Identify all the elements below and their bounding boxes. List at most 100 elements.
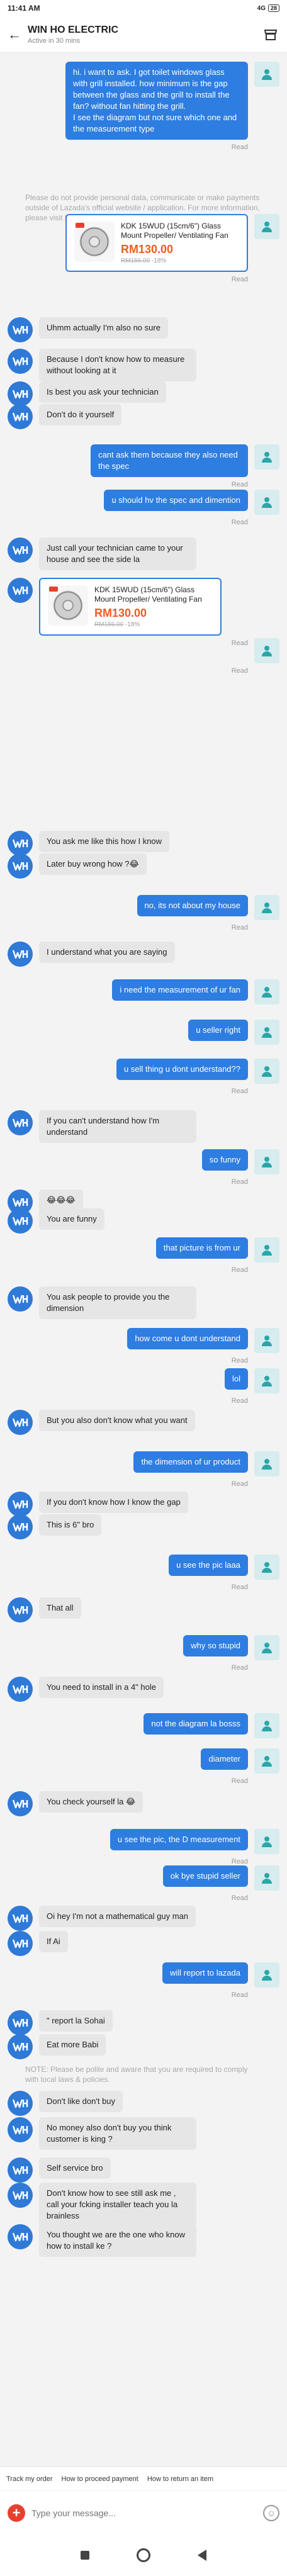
seller-avatar-icon[interactable]: [8, 2224, 33, 2249]
store-icon[interactable]: [262, 26, 279, 43]
user-avatar-icon[interactable]: [254, 214, 279, 239]
user-avatar-icon[interactable]: [254, 1368, 279, 1393]
user-avatar-icon[interactable]: [254, 979, 279, 1004]
sent-message-bubble[interactable]: u see the pic, the D measurement: [110, 1829, 248, 1850]
seller-avatar-icon[interactable]: [8, 578, 33, 603]
received-message-bubble[interactable]: But you also don't know what you want: [39, 1410, 195, 1431]
seller-avatar-icon[interactable]: [8, 1791, 33, 1816]
seller-avatar-icon[interactable]: [8, 853, 33, 879]
sent-message-bubble[interactable]: u should hv the spec and dimention: [104, 490, 248, 511]
seller-avatar-icon[interactable]: [8, 381, 33, 407]
received-message-bubble[interactable]: Self service bro: [39, 2157, 111, 2179]
sent-message-bubble[interactable]: lol: [224, 1368, 248, 1390]
user-avatar-icon[interactable]: [254, 1237, 279, 1263]
received-message-bubble[interactable]: You check yourself la 😂: [39, 1791, 144, 1813]
seller-avatar-icon[interactable]: [8, 1410, 33, 1435]
seller-avatar-icon[interactable]: [8, 1286, 33, 1312]
product-card[interactable]: KDK 15WUD (15cm/6") Glass Mount Propelle…: [65, 214, 248, 272]
received-message-bubble[interactable]: Eat more Babi: [39, 2034, 106, 2056]
sent-message-bubble[interactable]: u see the pic laaa: [169, 1555, 248, 1576]
seller-avatar-icon[interactable]: [8, 831, 33, 856]
sent-message-bubble[interactable]: the dimension of ur product: [133, 1451, 248, 1473]
seller-avatar-icon[interactable]: [8, 1208, 33, 1234]
received-message-bubble[interactable]: You thought we are the one who know how …: [39, 2224, 196, 2257]
received-message-bubble[interactable]: You are funny: [39, 1208, 104, 1230]
seller-avatar-icon[interactable]: [8, 942, 33, 967]
user-avatar-icon[interactable]: [254, 1865, 279, 1891]
message-input[interactable]: [31, 2500, 257, 2526]
received-message-bubble[interactable]: You need to install in a 4" hole: [39, 1677, 164, 1698]
seller-avatar-icon[interactable]: [8, 2117, 33, 2142]
seller-avatar-icon[interactable]: [8, 1492, 33, 1517]
seller-avatar-icon[interactable]: [8, 1597, 33, 1623]
sent-message-bubble[interactable]: why so stupid: [183, 1635, 248, 1656]
product-image[interactable]: [48, 585, 88, 626]
user-avatar-icon[interactable]: [254, 1020, 279, 1045]
user-avatar-icon[interactable]: [254, 1451, 279, 1476]
seller-avatar-icon[interactable]: [8, 2010, 33, 2035]
user-avatar-icon[interactable]: [254, 638, 279, 663]
user-avatar-icon[interactable]: [254, 1328, 279, 1353]
seller-avatar-icon[interactable]: [8, 317, 33, 342]
seller-avatar-icon[interactable]: [8, 404, 33, 429]
quick-reply-track-order[interactable]: Track my order: [6, 2475, 53, 2483]
recent-apps-icon[interactable]: [80, 2551, 89, 2560]
received-message-bubble[interactable]: I understand what you are saying: [39, 942, 175, 963]
user-avatar-icon[interactable]: [254, 1748, 279, 1774]
seller-avatar-icon[interactable]: [8, 1110, 33, 1135]
seller-avatar-icon[interactable]: [8, 1931, 33, 1956]
sent-message-bubble[interactable]: hi. i want to ask. I got toilet windows …: [65, 62, 248, 140]
sent-message-bubble[interactable]: cant ask them because they also need the…: [91, 444, 248, 477]
add-attachment-icon[interactable]: +: [8, 2504, 25, 2522]
product-card[interactable]: KDK 15WUD (15cm/6") Glass Mount Propelle…: [39, 578, 222, 636]
sent-message-bubble[interactable]: how come u dont understand: [127, 1328, 248, 1349]
user-avatar-icon[interactable]: [254, 1829, 279, 1854]
received-message-bubble[interactable]: If you don't know how I know the gap: [39, 1492, 188, 1513]
quick-reply-return[interactable]: How to return an item: [147, 2475, 213, 2483]
sent-message-bubble[interactable]: u seller right: [188, 1020, 248, 1041]
sent-message-bubble[interactable]: so funny: [201, 1149, 248, 1171]
received-message-bubble[interactable]: Don't know how to see still ask me , cal…: [39, 2183, 196, 2227]
product-image[interactable]: [74, 222, 115, 262]
message-list[interactable]: hi. i want to ask. I got toilet windows …: [0, 53, 287, 2466]
user-avatar-icon[interactable]: [254, 1713, 279, 1738]
user-avatar-icon[interactable]: [254, 1555, 279, 1580]
sent-message-bubble[interactable]: that picture is from ur: [155, 1237, 248, 1259]
received-message-bubble[interactable]: You ask people to provide you the dimens…: [39, 1286, 196, 1319]
back-arrow-icon[interactable]: ←: [8, 26, 28, 43]
seller-avatar-icon[interactable]: [8, 1906, 33, 1931]
received-message-bubble[interactable]: Uhmm actually I'm also no sure: [39, 317, 168, 339]
sent-message-bubble[interactable]: u sell thing u dont understand??: [116, 1059, 248, 1080]
user-avatar-icon[interactable]: [254, 895, 279, 920]
sent-message-bubble[interactable]: ok bye stupid seller: [162, 1865, 248, 1887]
received-message-bubble[interactable]: Don't like don't buy: [39, 2091, 123, 2112]
seller-avatar-icon[interactable]: [8, 537, 33, 563]
system-back-icon[interactable]: [198, 2550, 207, 2561]
user-avatar-icon[interactable]: [254, 1962, 279, 1988]
seller-avatar-icon[interactable]: [8, 2091, 33, 2116]
received-message-bubble[interactable]: No money also don't buy you think custom…: [39, 2117, 196, 2150]
home-icon[interactable]: [136, 2548, 150, 2562]
user-avatar-icon[interactable]: [254, 490, 279, 515]
received-message-bubble[interactable]: Later buy wrong how ?😂: [39, 853, 147, 875]
received-message-bubble[interactable]: If you can't understand how I'm understa…: [39, 1110, 196, 1143]
user-avatar-icon[interactable]: [254, 62, 279, 87]
sent-message-bubble[interactable]: i need the measurement of ur fan: [112, 979, 248, 1001]
seller-avatar-icon[interactable]: [8, 349, 33, 374]
received-message-bubble[interactable]: That all: [39, 1597, 81, 1619]
seller-avatar-icon[interactable]: [8, 1514, 33, 1539]
user-avatar-icon[interactable]: [254, 1635, 279, 1660]
user-avatar-icon[interactable]: [254, 444, 279, 470]
received-message-bubble[interactable]: You ask me like this how I know: [39, 831, 170, 852]
sent-message-bubble[interactable]: no, its not about my house: [137, 895, 248, 916]
received-message-bubble[interactable]: Because I don't know how to measure with…: [39, 349, 196, 381]
received-message-bubble[interactable]: Is best you ask your technician: [39, 381, 166, 403]
received-message-bubble[interactable]: " report la Sohai: [39, 2010, 113, 2032]
seller-avatar-icon[interactable]: [8, 2034, 33, 2059]
user-avatar-icon[interactable]: [254, 1149, 279, 1174]
received-message-bubble[interactable]: If Ai: [39, 1931, 68, 1952]
sent-message-bubble[interactable]: diameter: [201, 1748, 248, 1770]
emoji-icon[interactable]: ☺: [263, 2504, 279, 2521]
received-message-bubble[interactable]: Don't do it yourself: [39, 404, 122, 425]
received-message-bubble[interactable]: 😂😂😂: [39, 1190, 83, 1211]
